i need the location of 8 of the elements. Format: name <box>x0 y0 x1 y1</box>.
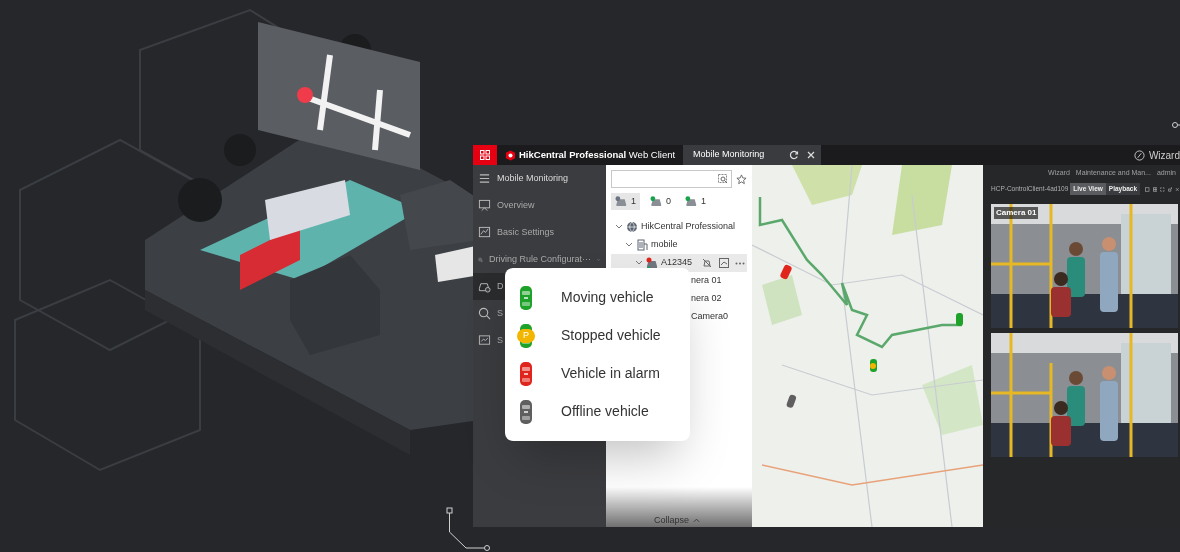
legend-label: Moving vehicle <box>561 288 654 307</box>
legend-label: Offline vehicle <box>561 402 649 421</box>
legend-label: Vehicle in alarm <box>561 364 660 383</box>
legend-label: Stopped vehicle <box>561 326 661 345</box>
car-icon: P <box>519 322 533 349</box>
camera-label: Camera 01 <box>994 207 1039 219</box>
tab-label: Mobile Monitoring <box>693 148 765 162</box>
app-title: HikCentral Professional Web Client <box>519 147 676 162</box>
